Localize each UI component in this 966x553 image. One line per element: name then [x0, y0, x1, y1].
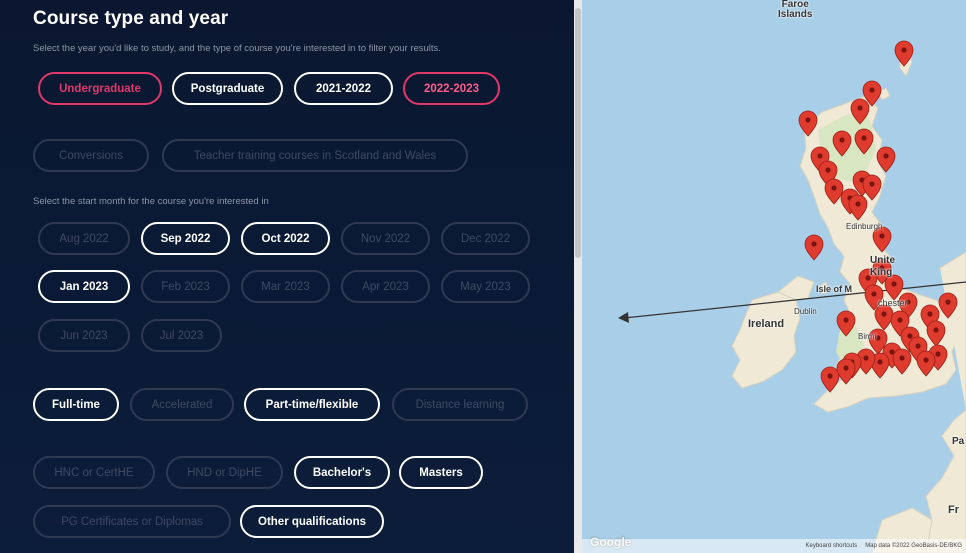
month-apr-2023-toggle[interactable]: Apr 2023	[341, 270, 430, 303]
month-aug-2022-toggle[interactable]: Aug 2022	[38, 222, 130, 255]
map-pin-dot	[839, 137, 845, 143]
year-2022-2023-toggle[interactable]: 2022-2023	[403, 72, 500, 105]
map-pin-dot	[901, 47, 907, 53]
map-pin-dot	[923, 357, 929, 363]
map-pin-dot	[861, 135, 867, 141]
year-instructions: Select the year you'd like to study, and…	[33, 43, 441, 54]
label-fr: Fr	[948, 504, 959, 516]
month-nov-2022-toggle[interactable]: Nov 2022	[341, 222, 430, 255]
arrow-head	[618, 312, 629, 323]
map-pin-dot	[897, 317, 903, 323]
label-manchester: chester	[878, 298, 908, 308]
map-pin-dot	[927, 311, 933, 317]
masters-toggle[interactable]: Masters	[399, 456, 483, 489]
label-isle-of-man: Isle of M	[816, 284, 853, 294]
map-pin-dot	[855, 201, 861, 207]
map-pin-dot	[811, 241, 817, 247]
map-footer: Keyboard shortcuts Map data ©2022 GeoBas…	[582, 539, 966, 553]
map-pin-dot	[825, 167, 831, 173]
full-time-toggle[interactable]: Full-time	[33, 388, 119, 421]
label-edinburgh: Edinburgh	[846, 222, 883, 231]
month-may-2023-toggle[interactable]: May 2023	[441, 270, 530, 303]
map-pin-dot	[915, 343, 921, 349]
map-pin-dot	[881, 311, 887, 317]
month-jun-2023-toggle[interactable]: Jun 2023	[38, 319, 130, 352]
map-data-attribution[interactable]: Map data ©2022 GeoBasis-DE/BKG	[865, 543, 962, 549]
month-sep-2022-toggle[interactable]: Sep 2022	[141, 222, 230, 255]
label-dublin: Dublin	[794, 307, 817, 316]
course-map[interactable]: Faroe Islands Ireland Dublin Isle of M Un…	[582, 0, 966, 553]
map-pin-dot	[869, 181, 875, 187]
month-mar-2023-toggle[interactable]: Mar 2023	[241, 270, 330, 303]
map-canvas[interactable]	[582, 0, 966, 553]
map-pin-dot	[827, 373, 833, 379]
undergraduate-toggle[interactable]: Undergraduate	[38, 72, 162, 105]
pg-certificates-toggle[interactable]: PG Certificates or Diplomas	[33, 505, 231, 538]
label-united: Unite	[870, 255, 895, 266]
teacher-training-toggle[interactable]: Teacher training courses in Scotland and…	[162, 139, 468, 172]
map-pin-dot	[817, 153, 823, 159]
map-pin-dot	[877, 359, 883, 365]
conversions-toggle[interactable]: Conversions	[33, 139, 149, 172]
year-2021-2022-toggle[interactable]: 2021-2022	[294, 72, 393, 105]
keyboard-shortcuts-link[interactable]: Keyboard shortcuts	[805, 543, 857, 549]
hnc-certhe-toggle[interactable]: HNC or CertHE	[33, 456, 155, 489]
label-ireland: Ireland	[748, 318, 785, 330]
hnd-diphe-toggle[interactable]: HND or DipHE	[166, 456, 283, 489]
part-time-flexible-toggle[interactable]: Part-time/flexible	[244, 388, 380, 421]
map-pin-dot	[935, 351, 941, 357]
map-pin-dot	[863, 355, 869, 361]
map-pin-dot	[879, 233, 885, 239]
land-ireland	[731, 291, 801, 389]
bachelors-toggle[interactable]: Bachelor's	[294, 456, 390, 489]
other-qualifications-toggle[interactable]: Other qualifications	[240, 505, 384, 538]
month-feb-2023-toggle[interactable]: Feb 2023	[141, 270, 230, 303]
label-kingdom: King	[870, 267, 893, 278]
scrollbar-thumb[interactable]	[575, 8, 581, 258]
map-pin-dot	[907, 333, 913, 339]
map-pin-dot	[883, 153, 889, 159]
label-faroe-islands: Faroe Islands	[778, 0, 813, 20]
month-dec-2022-toggle[interactable]: Dec 2022	[441, 222, 530, 255]
map-pin-dot	[891, 281, 897, 287]
filter-panel: Course type and year Select the year you…	[0, 0, 574, 553]
map-pin-dot	[871, 291, 877, 297]
map-pin-dot	[869, 87, 875, 93]
label-birmingham: Birmi	[858, 332, 877, 341]
map-pin-dot	[945, 299, 951, 305]
map-pin-dot	[843, 365, 849, 371]
map-pin-dot	[843, 317, 849, 323]
accelerated-toggle[interactable]: Accelerated	[130, 388, 234, 421]
postgraduate-toggle[interactable]: Postgraduate	[172, 72, 283, 105]
label-pa: Pa	[952, 436, 965, 447]
distance-learning-toggle[interactable]: Distance learning	[392, 388, 528, 421]
map-pin[interactable]	[804, 234, 824, 261]
map-pin-dot	[857, 105, 863, 111]
panel-title: Course type and year	[33, 8, 229, 29]
map-pin-dot	[805, 117, 811, 123]
month-instructions: Select the start month for the course yo…	[33, 196, 269, 207]
map-pin-dot	[933, 327, 939, 333]
map-pin-dot	[831, 185, 837, 191]
month-oct-2022-toggle[interactable]: Oct 2022	[241, 222, 330, 255]
month-jul-2023-toggle[interactable]: Jul 2023	[141, 319, 222, 352]
map-pin-dot	[899, 355, 905, 361]
month-jan-2023-toggle[interactable]: Jan 2023	[38, 270, 130, 303]
